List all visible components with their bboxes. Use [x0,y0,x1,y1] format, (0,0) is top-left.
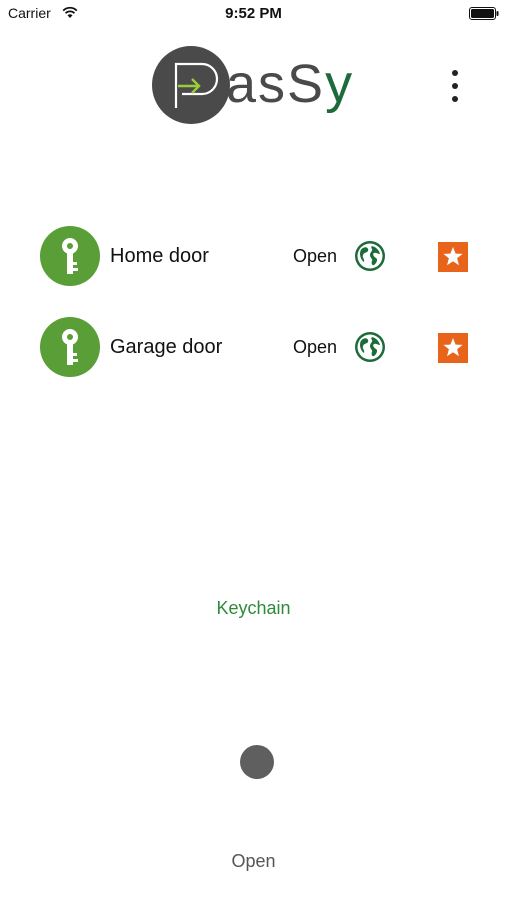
door-name: Garage door [110,336,223,358]
open-action-label: Open [231,851,276,871]
more-menu-button[interactable] [440,66,470,106]
app-logo: asSy [152,46,364,126]
keychain-link[interactable]: Keychain [0,598,507,619]
menu-dot [452,96,458,102]
battery-icon [469,7,499,20]
logo-wordmark: asSy [226,52,354,116]
door-row-garage[interactable]: Garage door Open [0,312,507,382]
open-door-button[interactable]: Open [293,337,337,358]
status-time: 9:52 PM [225,5,282,22]
logo-p-arrow-icon [174,62,219,108]
menu-dot [452,70,458,76]
logo-wordmark-grey: asS [226,54,326,114]
favorite-button[interactable] [438,242,468,272]
favorite-button[interactable] [438,333,468,363]
star-icon [443,247,463,266]
status-bar: Carrier 9:52 PM [0,0,507,28]
logo-wordmark-green: y [325,54,355,114]
key-icon [40,226,100,286]
door-name: Home door [110,245,209,267]
open-action-button[interactable] [240,745,274,779]
menu-dot [452,83,458,89]
open-door-button[interactable]: Open [293,246,337,267]
door-row-home[interactable]: Home door Open [0,221,507,291]
globe-icon[interactable] [354,240,386,272]
key-icon [40,317,100,377]
globe-icon[interactable] [354,331,386,363]
star-icon [443,338,463,357]
